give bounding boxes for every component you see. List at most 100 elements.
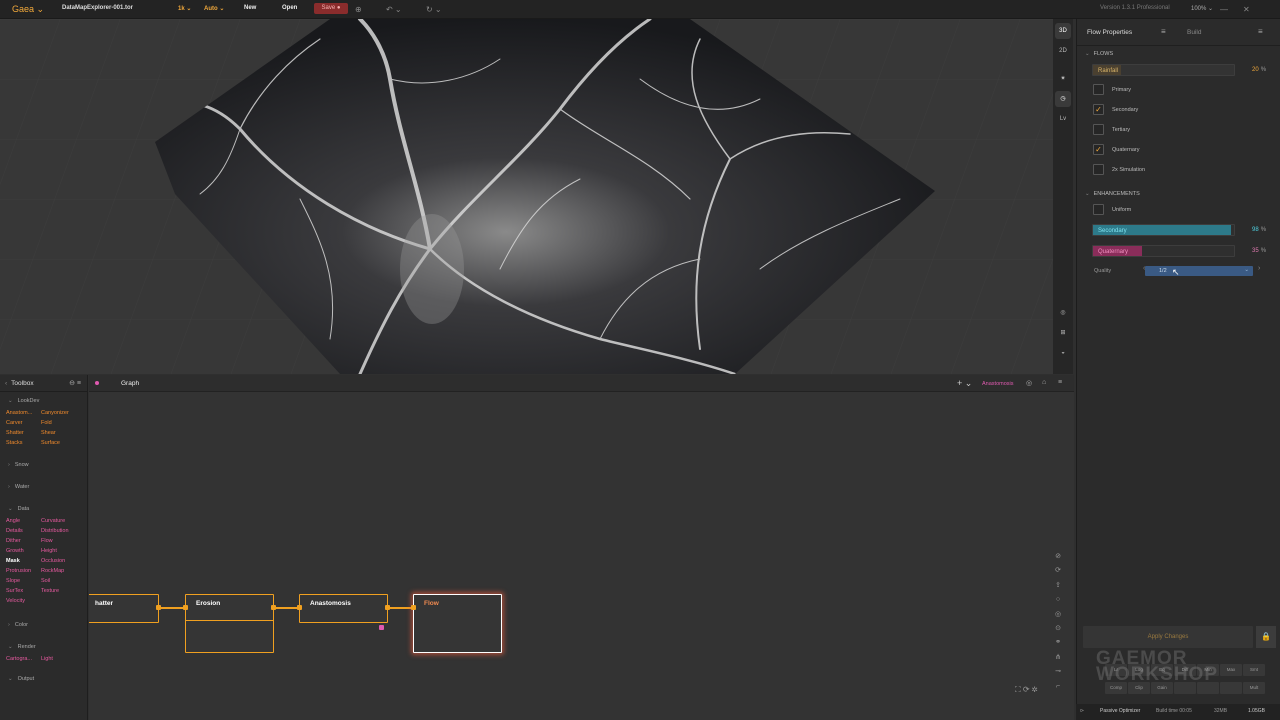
apply-changes-button[interactable]: Apply Changes <box>1083 626 1253 648</box>
toolbox-node[interactable]: Growth <box>6 547 41 556</box>
tab-flow-properties[interactable]: Flow Properties <box>1087 29 1132 36</box>
optimizer-status[interactable]: Passive Optimizer <box>1100 708 1140 714</box>
uniform-checkbox[interactable] <box>1093 204 1104 215</box>
fit-view-icon[interactable]: ⛶ ⟳ ✲ <box>1015 685 1038 695</box>
adjust-button[interactable] <box>1220 682 1242 694</box>
target-icon[interactable]: ◎ <box>1026 379 1032 387</box>
toolbox-node[interactable]: Occlusion <box>41 557 86 566</box>
quaternary-enhance-slider[interactable]: Quaternary <box>1092 245 1235 257</box>
category-snow[interactable]: › Snow <box>0 462 87 468</box>
new-button[interactable]: New <box>244 5 256 11</box>
resolution-select[interactable]: 1k ⌄ <box>178 5 191 12</box>
app-logo-menu[interactable]: Gaea ⌄ <box>12 4 44 15</box>
toolbox-node[interactable]: Stacks <box>6 439 41 448</box>
toolbox-node[interactable]: SurTex <box>6 587 41 596</box>
toolbox-node[interactable]: Height <box>41 547 86 556</box>
secondary-checkbox[interactable]: ✓ <box>1093 104 1104 115</box>
toolbox-node[interactable]: Details <box>6 527 41 536</box>
save-button[interactable]: Save ● <box>314 3 348 14</box>
toolbox-node[interactable]: Mask <box>6 557 41 566</box>
toolbox-node[interactable]: Distribution <box>41 527 86 536</box>
toolbox-node[interactable]: Light <box>41 655 86 664</box>
terrain-viewport[interactable] <box>0 19 1053 374</box>
toolbox-node[interactable]: Carver <box>6 419 41 428</box>
quaternary-checkbox[interactable]: ✓ <box>1093 144 1104 155</box>
toolbox-node[interactable]: Anastom... <box>6 409 41 418</box>
toolbox-node[interactable]: Shear <box>41 429 86 438</box>
rainfall-slider[interactable]: Rainfall <box>1092 64 1235 76</box>
category-output[interactable]: ⌄ Output <box>0 676 87 682</box>
graph-menu-icon[interactable]: ≡ <box>1058 379 1062 386</box>
adjust-button[interactable]: Smt <box>1243 664 1265 676</box>
quality-next-icon[interactable]: › <box>1258 265 1260 272</box>
category-render[interactable]: ⌄ Render <box>0 644 87 650</box>
toolbox-node[interactable]: Slope <box>6 577 41 586</box>
link-icon[interactable]: ⚭ <box>1055 636 1061 650</box>
circle-icon[interactable]: ○ <box>1056 593 1060 607</box>
category-color[interactable]: › Color <box>0 622 87 628</box>
input-port[interactable] <box>183 605 188 610</box>
build-menu-icon[interactable]: ≡ <box>1258 27 1263 36</box>
clock-icon[interactable]: ◷ <box>1055 91 1071 107</box>
input-port[interactable] <box>297 605 302 610</box>
grid-icon[interactable]: ⊞ <box>1055 325 1071 341</box>
play-icon[interactable]: ⊳ <box>1080 708 1084 714</box>
toolbox-node[interactable]: Curvature <box>41 517 86 526</box>
output-port[interactable] <box>385 605 390 610</box>
tertiary-checkbox[interactable] <box>1093 124 1104 135</box>
target-icon[interactable]: ⊸ <box>1055 665 1061 679</box>
toolbox-node[interactable]: Soil <box>41 577 86 586</box>
toolbox-node[interactable]: Surface <box>41 439 86 448</box>
toolbox-node[interactable]: RockMap <box>41 567 86 576</box>
toolbox-node[interactable]: Flow <box>41 537 86 546</box>
category-lookdev[interactable]: ⌄ LookDev <box>0 398 87 404</box>
toolbox-node[interactable]: Cartogra... <box>6 655 41 664</box>
active-node-label[interactable]: Anastomosis <box>982 381 1014 387</box>
home-icon[interactable]: ⌂ <box>1042 379 1046 386</box>
toolbox-node[interactable]: Fold <box>41 419 86 428</box>
adjust-button[interactable]: Mult <box>1243 682 1265 694</box>
environment-icon[interactable]: ◒ <box>1055 345 1071 361</box>
level-button[interactable]: Lv <box>1055 111 1071 127</box>
share-icon[interactable]: ⋔ <box>1055 651 1061 665</box>
quality-select[interactable]: 1/2 ⌄ <box>1145 266 1253 276</box>
build-mode-select[interactable]: Auto ⌄ <box>204 5 224 12</box>
mask-port[interactable] <box>379 625 384 630</box>
enhancements-section-header[interactable]: ⌄ ENHANCEMENTS <box>1085 191 1140 197</box>
toolbox-node[interactable]: Velocity <box>6 597 41 606</box>
graph-node-anastomosis[interactable]: Anastomosis <box>299 594 388 623</box>
close-icon[interactable]: ✕ <box>1243 5 1250 14</box>
export-icon[interactable]: ⇪ <box>1055 579 1061 593</box>
node-graph[interactable]: Graph + ⌄ Anastomosis ◎ ⌂ ≡ hatter Erosi… <box>89 375 1074 720</box>
lighting-icon[interactable]: ✷ <box>1055 71 1071 87</box>
view-3d-button[interactable]: 3D <box>1055 23 1071 39</box>
toolbox-node[interactable]: Dither <box>6 537 41 546</box>
category-data[interactable]: ⌄ Data <box>0 506 87 512</box>
open-button[interactable]: Open <box>282 5 297 11</box>
lock-icon[interactable]: 🔒 <box>1256 626 1276 648</box>
minimize-icon[interactable]: — <box>1220 5 1228 14</box>
output-port[interactable] <box>271 605 276 610</box>
input-port[interactable] <box>411 605 416 610</box>
adjust-button[interactable]: Max <box>1220 664 1242 676</box>
flows-section-header[interactable]: ⌄ FLOWS <box>1085 51 1113 57</box>
primary-checkbox[interactable] <box>1093 84 1104 95</box>
output-port[interactable] <box>156 605 161 610</box>
view-2d-button[interactable]: 2D <box>1055 43 1071 59</box>
focus-icon[interactable]: ◎ <box>1055 608 1061 622</box>
redo-icon[interactable]: ↻ ⌄ <box>426 5 442 14</box>
undo-icon[interactable]: ↶ ⌄ <box>386 5 402 14</box>
toolbox-node[interactable]: Angle <box>6 517 41 526</box>
properties-menu-icon[interactable]: ≡ <box>1161 27 1166 36</box>
toolbox-menu-icon[interactable]: ⊖ ≡ <box>69 379 81 387</box>
toolbox-node[interactable]: Canyonizer <box>41 409 86 418</box>
tab-graph[interactable]: Graph <box>121 380 139 387</box>
graph-node-flow[interactable]: Flow <box>413 594 502 653</box>
settings-icon[interactable]: ⊕ <box>355 5 362 14</box>
tab-build[interactable]: Build <box>1187 29 1201 36</box>
graph-node-shatter[interactable]: hatter <box>89 594 159 623</box>
toolbox-node[interactable]: Shatter <box>6 429 41 438</box>
simulation-checkbox[interactable] <box>1093 164 1104 175</box>
pin-icon[interactable]: ⊙ <box>1055 622 1061 636</box>
add-tab-icon[interactable]: + ⌄ <box>957 378 972 389</box>
